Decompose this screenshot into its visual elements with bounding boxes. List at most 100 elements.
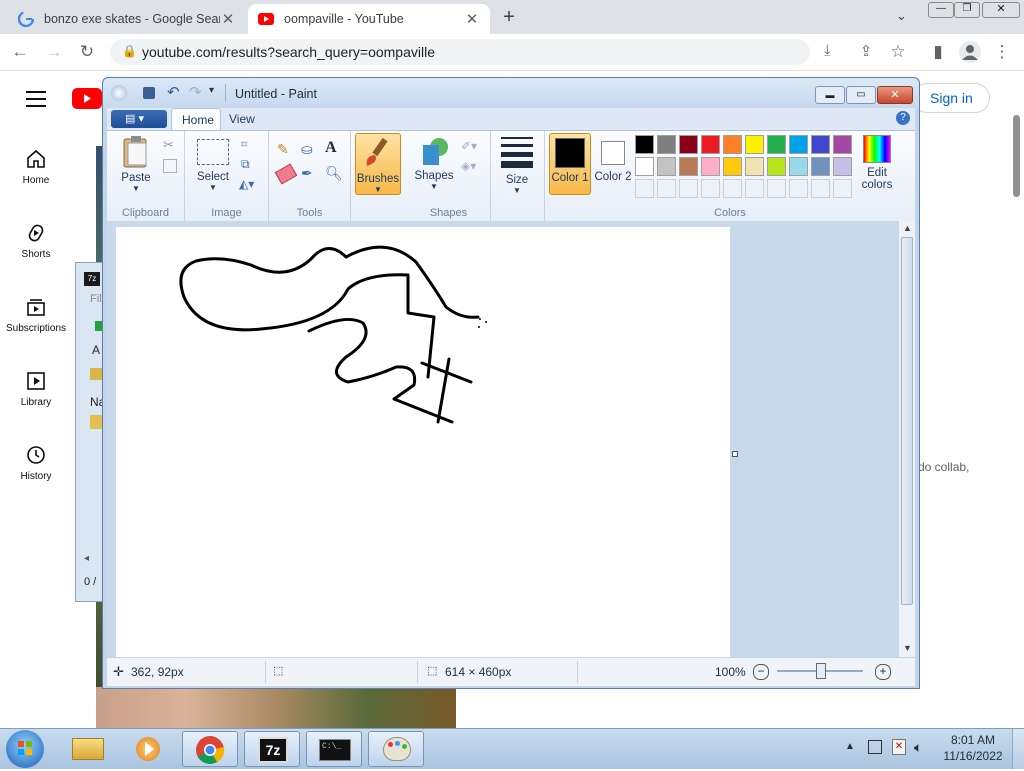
edit-colors-button[interactable]: Edit colors <box>857 135 897 191</box>
paint-app-icon[interactable] <box>111 85 127 101</box>
video-thumbnail[interactable] <box>96 687 456 728</box>
action-center-icon[interactable]: ✕ <box>892 739 906 755</box>
tab-view[interactable]: View <box>229 112 255 126</box>
custom-color-slot[interactable] <box>635 179 654 198</box>
palette-swatch[interactable] <box>679 135 698 154</box>
palette-swatch[interactable] <box>811 157 830 176</box>
media-player-icon[interactable] <box>120 731 176 767</box>
minimize-icon[interactable]: — <box>928 2 954 18</box>
zoom-slider-thumb[interactable] <box>816 663 826 679</box>
palette-swatch[interactable] <box>811 135 830 154</box>
color-picker-icon[interactable]: ✒ <box>301 165 313 182</box>
sidebar-item-subscriptions[interactable]: Subscriptions <box>0 297 72 334</box>
hamburger-menu-icon[interactable] <box>26 91 46 107</box>
custom-color-slot[interactable] <box>679 179 698 198</box>
new-tab-button[interactable]: + <box>498 6 520 28</box>
file-explorer-icon[interactable] <box>60 731 116 767</box>
custom-color-slot[interactable] <box>745 179 764 198</box>
bookmark-star-icon[interactable]: ☆ <box>886 40 910 64</box>
palette-swatch[interactable] <box>701 135 720 154</box>
address-bar[interactable]: 🔒 youtube.com/results?search_query=oompa… <box>110 39 831 65</box>
pencil-icon[interactable]: ✎ <box>277 141 297 161</box>
url-text[interactable]: youtube.com/results?search_query=oompavi… <box>142 44 435 60</box>
custom-color-slot[interactable] <box>723 179 742 198</box>
custom-color-slot[interactable] <box>657 179 676 198</box>
vertical-scrollbar[interactable]: ▲ ▼ <box>899 221 915 657</box>
paint-title-bar[interactable]: ↶ ↷ ▾ Untitled - Paint ▬ ▭ ✕ <box>103 78 919 108</box>
volume-icon[interactable]: 🔈︎ <box>914 739 922 756</box>
reload-icon[interactable]: ↻ <box>75 40 99 64</box>
undo-icon[interactable]: ↶ <box>167 83 180 101</box>
back-icon[interactable]: ← <box>8 40 32 64</box>
network-icon[interactable] <box>868 740 882 754</box>
palette-swatch[interactable] <box>635 135 654 154</box>
minimize-icon[interactable]: ▬ <box>815 86 845 104</box>
menu-fragment[interactable]: Fil <box>90 293 102 305</box>
show-hidden-icons-icon[interactable]: ▲ <box>845 741 855 752</box>
cut-icon[interactable]: ✂ <box>163 137 174 153</box>
lock-icon[interactable]: 🔒 <box>122 44 137 58</box>
quick-access-dropdown-icon[interactable]: ▾ <box>209 85 214 96</box>
select-button[interactable]: Select ▼ <box>191 135 235 192</box>
custom-color-slot[interactable] <box>811 179 830 198</box>
scroll-up-icon[interactable]: ▲ <box>903 223 912 233</box>
forward-icon[interactable]: → <box>42 40 66 64</box>
palette-swatch[interactable] <box>833 135 852 154</box>
brushes-button[interactable]: Brushes ▼ <box>355 133 401 195</box>
custom-color-slot[interactable] <box>701 179 720 198</box>
close-icon[interactable]: ✕ <box>877 86 913 104</box>
tab-close-icon[interactable]: ✕ <box>464 10 480 28</box>
chrome-icon[interactable] <box>182 731 238 767</box>
fill-icon[interactable]: ◈▾ <box>461 159 476 173</box>
outline-icon[interactable]: ✐▾ <box>461 139 477 153</box>
sign-in-button[interactable]: Sign in <box>912 83 990 113</box>
tab-youtube[interactable]: oompaville - YouTube ✕ <box>248 4 490 34</box>
palette-swatch[interactable] <box>789 157 808 176</box>
youtube-logo-icon[interactable] <box>72 88 102 109</box>
palette-swatch[interactable] <box>657 135 676 154</box>
custom-color-slot[interactable] <box>789 179 808 198</box>
install-icon[interactable]: ⤓ <box>824 42 831 59</box>
paint-icon[interactable] <box>368 731 424 767</box>
canvas-resize-handle[interactable] <box>732 451 738 457</box>
palette-swatch[interactable] <box>833 157 852 176</box>
custom-color-slot[interactable] <box>767 179 786 198</box>
palette-swatch[interactable] <box>789 135 808 154</box>
folder-up-icon[interactable] <box>90 368 102 380</box>
eraser-icon[interactable] <box>274 163 298 185</box>
fill-bucket-icon[interactable]: ⛀ <box>301 141 321 161</box>
sidebar-item-library[interactable]: Library <box>0 371 72 408</box>
palette-swatch[interactable] <box>745 135 764 154</box>
tab-search-chevron-icon[interactable]: ⌄ <box>896 8 907 24</box>
restore-icon[interactable]: ❐ <box>954 2 980 18</box>
copy-icon[interactable] <box>163 159 177 173</box>
text-tool-icon[interactable]: A <box>325 139 345 159</box>
maximize-icon[interactable]: ▭ <box>846 86 876 104</box>
drawing-canvas[interactable] <box>116 227 730 657</box>
clock[interactable]: 8:01 AM 11/16/2022 <box>940 733 1006 763</box>
color1-button[interactable]: Color 1 <box>549 133 591 195</box>
shapes-button[interactable]: Shapes ▼ <box>411 135 457 191</box>
tab-close-icon[interactable]: ✕ <box>220 10 236 28</box>
7zip-icon[interactable]: 7z <box>244 731 300 767</box>
palette-swatch[interactable] <box>767 157 786 176</box>
scroll-down-icon[interactable]: ▼ <box>903 643 912 653</box>
resize-icon[interactable]: ⧉ <box>241 157 250 172</box>
palette-swatch[interactable] <box>745 157 764 176</box>
sidebar-item-history[interactable]: History <box>0 445 72 482</box>
folder-icon[interactable] <box>90 415 102 429</box>
custom-color-slot[interactable] <box>833 179 852 198</box>
palette-swatch[interactable] <box>701 157 720 176</box>
palette-swatch[interactable] <box>679 157 698 176</box>
sidebar-item-home[interactable]: Home <box>0 149 72 186</box>
help-icon[interactable]: ? <box>896 111 910 125</box>
palette-swatch[interactable] <box>635 157 654 176</box>
paste-button[interactable]: Paste ▼ <box>115 135 157 193</box>
toolbar-fragment[interactable]: A <box>92 343 100 357</box>
color2-button[interactable]: Color 2 <box>593 133 633 195</box>
share-icon[interactable]: ⇪ <box>854 40 878 64</box>
magnifier-icon[interactable]: 🔍︎ <box>325 165 343 182</box>
tab-home[interactable]: Home <box>171 108 221 130</box>
profile-icon[interactable] <box>959 41 981 63</box>
palette-swatch[interactable] <box>723 135 742 154</box>
